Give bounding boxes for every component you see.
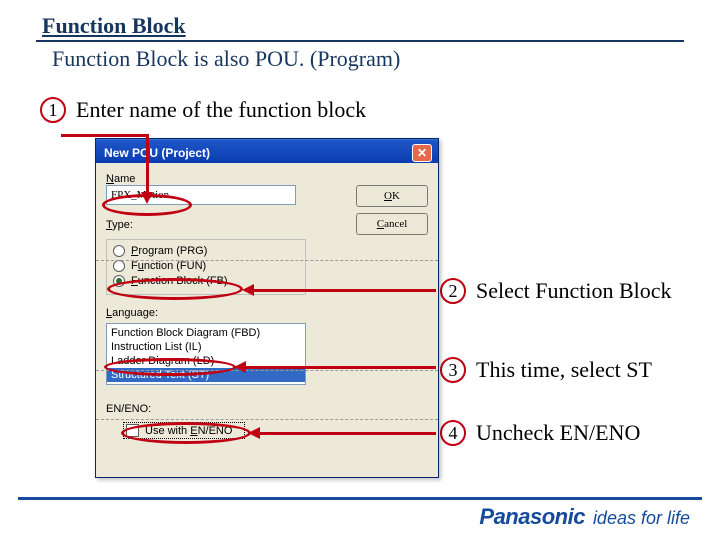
brand-text: Panasonic xyxy=(479,504,585,530)
separator xyxy=(96,419,438,420)
close-icon: ✕ xyxy=(417,146,427,160)
step-4-text: Uncheck EN/ENO xyxy=(476,420,640,446)
separator xyxy=(96,370,438,371)
radio-program-label: Program (PRG) xyxy=(131,245,207,257)
step-1-badge: 1 xyxy=(40,97,66,123)
step-1-text: Enter name of the function block xyxy=(76,97,366,123)
name-input[interactable] xyxy=(106,185,296,205)
name-label: NNameame xyxy=(106,173,428,185)
page-title: Function Block xyxy=(42,13,186,39)
radio-function-label: Function (FUN) xyxy=(131,260,206,272)
footer-rule xyxy=(18,497,702,500)
eneno-label: EN/ENO: xyxy=(106,403,306,415)
page-subtitle: Function Block is also POU. (Program) xyxy=(52,46,400,72)
eneno-checkbox-row[interactable]: Use with EN/ENO xyxy=(124,423,244,438)
arrow-4 xyxy=(258,432,436,435)
radio-icon xyxy=(113,260,125,272)
step-2-text: Select Function Block xyxy=(476,278,672,304)
step-4: 4 Uncheck EN/ENO xyxy=(440,420,640,446)
step-2-badge: 2 xyxy=(440,278,466,304)
checkbox-icon xyxy=(126,424,139,437)
step-4-badge: 4 xyxy=(440,420,466,446)
arrow-1 xyxy=(146,134,149,194)
tagline-text: ideas for life xyxy=(593,508,690,529)
close-button[interactable]: ✕ xyxy=(412,144,432,162)
step-2: 2 Select Function Block xyxy=(440,278,672,304)
eneno-check-label: Use with EN/ENO xyxy=(145,425,232,437)
radio-icon xyxy=(113,245,125,257)
arrow-3 xyxy=(244,366,436,369)
ok-button[interactable]: OK xyxy=(356,185,428,207)
language-label: Language: xyxy=(106,307,428,319)
step-3-badge: 3 xyxy=(440,357,466,383)
radio-fb-label: Function Block (FB) xyxy=(131,275,228,287)
lang-il[interactable]: Instruction List (IL) xyxy=(107,340,305,354)
radio-program[interactable]: Program (PRG) xyxy=(113,245,299,257)
step-3: 3 This time, select ST xyxy=(440,357,652,383)
step-3-text: This time, select ST xyxy=(476,357,652,383)
radio-function-block[interactable]: Function Block (FB) xyxy=(113,275,299,287)
cancel-button[interactable]: Cancel xyxy=(356,213,428,235)
separator xyxy=(96,260,438,261)
footer-logo: Panasonic ideas for life xyxy=(479,504,690,530)
lang-fbd[interactable]: Function Block Diagram (FBD) xyxy=(107,326,305,340)
arrow-2 xyxy=(252,289,436,292)
type-group: Program (PRG) Function (FUN) Function Bl… xyxy=(106,239,306,295)
arrow-elbow xyxy=(61,134,149,137)
dialog-title-text: New POU (Project) xyxy=(104,146,210,160)
language-list[interactable]: Function Block Diagram (FBD) Instruction… xyxy=(106,323,306,385)
step-1: 1 Enter name of the function block xyxy=(40,97,366,123)
radio-function[interactable]: Function (FUN) xyxy=(113,260,299,272)
radio-icon xyxy=(113,275,125,287)
